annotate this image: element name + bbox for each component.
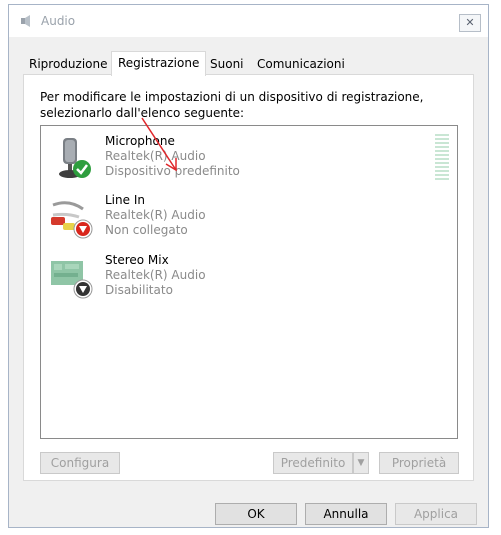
device-list[interactable]: Microphone Realtek(R) Audio Dispositivo … xyxy=(40,125,458,439)
device-status: Non collegato xyxy=(105,223,188,237)
close-button[interactable]: ✕ xyxy=(459,14,481,32)
device-driver: Realtek(R) Audio xyxy=(105,208,206,222)
input-level-meter xyxy=(435,134,449,182)
tab-riproduzione[interactable]: Riproduzione xyxy=(23,55,114,75)
microphone-icon xyxy=(59,138,91,178)
tab-registrazione[interactable]: Registrazione xyxy=(111,51,207,76)
speaker-icon xyxy=(21,15,30,27)
annotation-arrow-icon xyxy=(141,117,177,172)
set-default-button[interactable]: Predefinito xyxy=(273,452,353,474)
line-in-cable-icon xyxy=(51,201,93,239)
device-status: Disabilitato xyxy=(105,283,173,297)
device-info: Stereo Mix Realtek(R) Audio Disabilitato xyxy=(105,253,206,298)
instructions-text: Per modificare le impostazioni di un dis… xyxy=(40,90,424,120)
configure-button[interactable]: Configura xyxy=(40,452,120,474)
list-item-microphone[interactable]: Microphone Realtek(R) Audio Dispositivo … xyxy=(49,134,429,186)
sound-card-icon xyxy=(51,261,93,299)
apply-button[interactable]: Applica xyxy=(395,503,477,525)
audio-dialog: Audio ✕ Riproduzione Registrazione Suoni… xyxy=(8,4,489,528)
set-default-dropdown[interactable]: ▼ xyxy=(353,452,369,474)
tab-suoni[interactable]: Suoni xyxy=(204,55,250,75)
device-driver: Realtek(R) Audio xyxy=(105,268,206,282)
chevron-down-icon: ▼ xyxy=(357,458,365,468)
title-bar: Audio ✕ xyxy=(9,5,488,37)
cancel-button[interactable]: Annulla xyxy=(305,503,387,525)
close-icon: ✕ xyxy=(465,16,475,29)
properties-button[interactable]: Proprietà xyxy=(379,452,459,474)
list-item-stereo-mix[interactable]: Stereo Mix Realtek(R) Audio Disabilitato xyxy=(49,253,429,305)
recording-panel: Per modificare le impostazioni di un dis… xyxy=(23,74,474,481)
dialog-body: Riproduzione Registrazione Suoni Comunic… xyxy=(9,37,488,527)
tab-comunicazioni[interactable]: Comunicazioni xyxy=(251,55,351,75)
device-name: Line In xyxy=(105,193,145,207)
device-name: Stereo Mix xyxy=(105,253,169,267)
default-check-icon xyxy=(73,160,91,178)
ok-button[interactable]: OK xyxy=(215,503,297,525)
device-info: Line In Realtek(R) Audio Non collegato xyxy=(105,193,206,238)
window-title: Audio xyxy=(41,14,76,28)
list-item-line-in[interactable]: Line In Realtek(R) Audio Non collegato xyxy=(49,193,429,245)
